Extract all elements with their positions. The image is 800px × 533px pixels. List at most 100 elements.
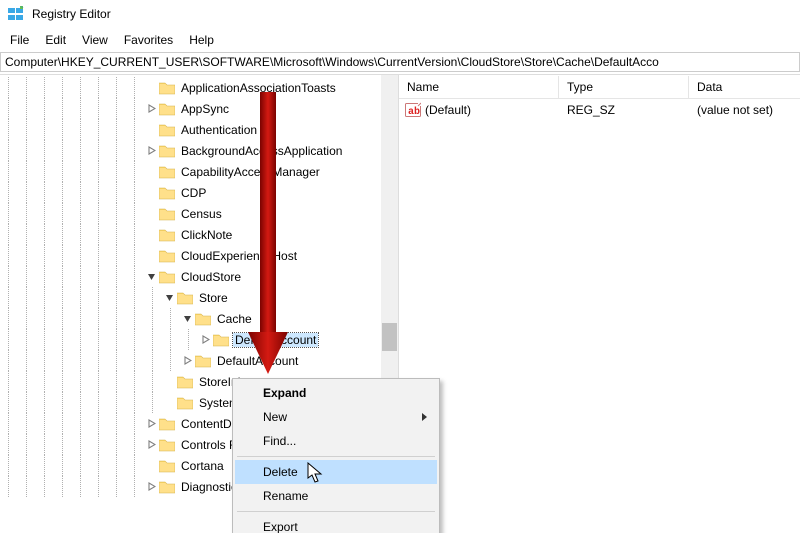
tree-node[interactable]: Cache [0, 308, 398, 329]
tree-indent [126, 266, 144, 287]
folder-icon [159, 144, 175, 158]
twisty-spacer [144, 186, 158, 200]
tree-indent [18, 413, 36, 434]
tree-indent [126, 161, 144, 182]
ctx-separator [237, 456, 435, 457]
ctx-find[interactable]: Find... [235, 429, 437, 453]
tree-indent [72, 266, 90, 287]
tree-node[interactable]: CloudExperienceHost [0, 245, 398, 266]
tree-indent [72, 77, 90, 98]
tree-indent [54, 224, 72, 245]
tree-node-label: BackgroundAccessApplication [179, 144, 344, 158]
tree-node[interactable]: ClickNote [0, 224, 398, 245]
tree-indent [54, 98, 72, 119]
column-name[interactable]: Name [399, 76, 559, 98]
tree-indent [0, 266, 18, 287]
tree-indent [18, 287, 36, 308]
tree-indent [0, 434, 18, 455]
tree-node[interactable]: ApplicationAssociationToasts [0, 77, 398, 98]
tree-node[interactable]: CloudStore [0, 266, 398, 287]
tree-indent [72, 203, 90, 224]
tree-indent [144, 287, 162, 308]
tree-node[interactable]: AppSync [0, 98, 398, 119]
tree-indent [72, 119, 90, 140]
column-data[interactable]: Data [689, 76, 800, 98]
tree-indent [54, 329, 72, 350]
tree-indent [90, 161, 108, 182]
ctx-rename[interactable]: Rename [235, 484, 437, 508]
tree-node[interactable]: Authentication [0, 119, 398, 140]
menu-edit[interactable]: Edit [37, 31, 74, 47]
tree-indent [90, 371, 108, 392]
tree-indent [54, 266, 72, 287]
tree-indent [108, 476, 126, 497]
chevron-right-icon[interactable] [180, 354, 194, 368]
title-bar: Registry Editor [0, 0, 800, 28]
ctx-expand[interactable]: Expand [235, 381, 437, 405]
tree-node[interactable]: DefaultAccount [0, 329, 398, 350]
folder-icon [177, 375, 193, 389]
menu-favorites[interactable]: Favorites [116, 31, 181, 47]
menu-view[interactable]: View [74, 31, 116, 47]
tree-node[interactable]: CDP [0, 182, 398, 203]
folder-icon [159, 417, 175, 431]
tree-indent [108, 140, 126, 161]
folder-icon [159, 207, 175, 221]
tree-indent [0, 308, 18, 329]
tree-indent [72, 329, 90, 350]
chevron-right-icon[interactable] [144, 438, 158, 452]
ctx-new[interactable]: New [235, 405, 437, 429]
tree-indent [36, 224, 54, 245]
tree-indent [0, 329, 18, 350]
column-type[interactable]: Type [559, 76, 689, 98]
address-bar[interactable]: Computer\HKEY_CURRENT_USER\SOFTWARE\Micr… [0, 52, 800, 72]
chevron-down-icon[interactable] [162, 291, 176, 305]
tree-indent [108, 98, 126, 119]
chevron-right-icon[interactable] [144, 144, 158, 158]
svg-text:ab: ab [408, 106, 420, 118]
folder-icon [159, 270, 175, 284]
chevron-down-icon[interactable] [144, 270, 158, 284]
tree-node[interactable]: Store [0, 287, 398, 308]
tree-node-label: Census [179, 207, 224, 221]
tree-indent [18, 140, 36, 161]
chevron-right-icon[interactable] [144, 102, 158, 116]
scroll-thumb[interactable] [382, 323, 397, 351]
tree-indent [54, 350, 72, 371]
tree-indent [90, 182, 108, 203]
tree-indent [126, 350, 144, 371]
tree-indent [90, 350, 108, 371]
tree-node[interactable]: CapabilityAccessManager [0, 161, 398, 182]
tree-indent [0, 350, 18, 371]
menu-help[interactable]: Help [181, 31, 222, 47]
tree-indent [0, 392, 18, 413]
tree-indent [18, 308, 36, 329]
ctx-delete[interactable]: Delete [235, 460, 437, 484]
tree-indent [36, 287, 54, 308]
tree-node[interactable]: BackgroundAccessApplication [0, 140, 398, 161]
twisty-spacer [144, 207, 158, 221]
tree-indent [90, 308, 108, 329]
chevron-right-icon[interactable] [144, 417, 158, 431]
tree-indent [0, 140, 18, 161]
tree-node-label: Cache [215, 312, 254, 326]
tree-node[interactable]: DefaultAccount [0, 350, 398, 371]
tree-indent [54, 371, 72, 392]
menu-file[interactable]: File [2, 31, 37, 47]
tree-node-label: CapabilityAccessManager [179, 165, 322, 179]
tree-node[interactable]: Census [0, 203, 398, 224]
tree-node-label: Cortana [179, 459, 226, 473]
tree-indent [54, 77, 72, 98]
chevron-right-icon[interactable] [144, 480, 158, 494]
folder-icon [159, 81, 175, 95]
tree-indent [108, 203, 126, 224]
tree-indent [90, 266, 108, 287]
chevron-down-icon[interactable] [180, 312, 194, 326]
tree-indent [36, 476, 54, 497]
chevron-right-icon[interactable] [198, 333, 212, 347]
ctx-export[interactable]: Export [235, 515, 437, 533]
value-row[interactable]: ab (Default) REG_SZ (value not set) [399, 99, 800, 121]
tree-indent [72, 434, 90, 455]
tree-indent [90, 476, 108, 497]
tree-indent [90, 98, 108, 119]
